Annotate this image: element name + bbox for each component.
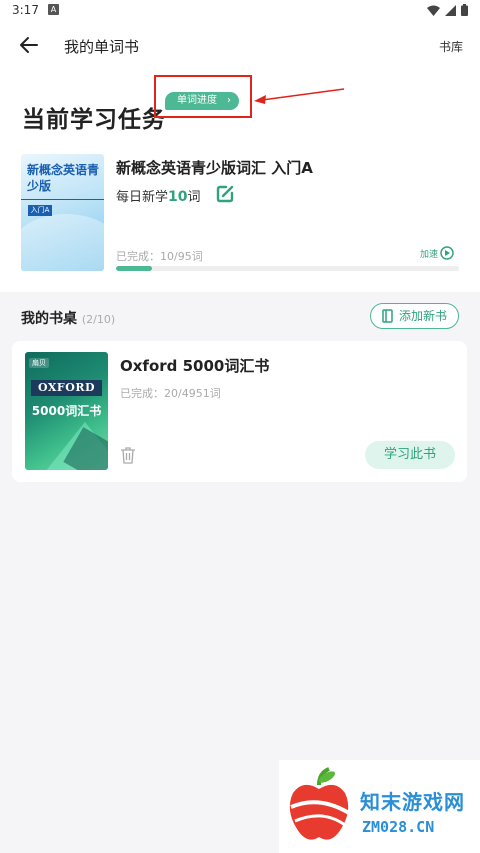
accelerate-button[interactable]: 加速 bbox=[420, 246, 454, 260]
daily-prefix: 每日新学 bbox=[116, 190, 169, 205]
current-task-heading: 当前学习任务 bbox=[22, 107, 166, 133]
battery-icon bbox=[461, 4, 468, 16]
nav-bar: 我的单词书 书库 bbox=[0, 22, 480, 68]
notification-icon: A bbox=[48, 4, 59, 15]
annotation-arrow-icon bbox=[254, 88, 345, 104]
current-book-cover[interactable]: 新概念英语青少版 入门A bbox=[21, 154, 104, 271]
trash-icon[interactable] bbox=[120, 446, 136, 464]
rocket-icon bbox=[440, 246, 454, 260]
current-completed: 已完成：10/95词 bbox=[116, 250, 203, 263]
library-link[interactable]: 书库 bbox=[439, 38, 463, 55]
desk-heading-label: 我的书桌 bbox=[21, 311, 77, 327]
current-progress-fill bbox=[116, 266, 152, 271]
status-icons bbox=[427, 4, 468, 16]
status-bar: 3:17 A bbox=[0, 0, 480, 22]
cover-wave bbox=[21, 214, 104, 271]
add-book-icon bbox=[382, 309, 393, 323]
cover-brand: OXFORD bbox=[31, 380, 102, 396]
oxford-book-cover[interactable]: 扇贝 OXFORD 5000词汇书 bbox=[25, 352, 108, 470]
cover-title: 新概念英语青少版 bbox=[27, 163, 100, 193]
daily-suffix: 词 bbox=[187, 190, 201, 205]
apple-logo-icon bbox=[289, 767, 351, 840]
edit-icon[interactable] bbox=[215, 184, 235, 204]
daily-count: 10 bbox=[168, 189, 188, 205]
page-title: 我的单词书 bbox=[64, 38, 140, 56]
cover-subtitle: 5000词汇书 bbox=[31, 404, 102, 418]
desk-count: (2/10) bbox=[81, 313, 116, 326]
study-book-button[interactable]: 学习此书 bbox=[365, 441, 455, 469]
current-progress-bar bbox=[116, 266, 459, 271]
add-book-button[interactable]: 添加新书 bbox=[370, 303, 459, 329]
daily-plan: 每日新学10词 bbox=[116, 186, 201, 205]
current-book-title: 新概念英语青少版词汇 入门A bbox=[116, 159, 313, 177]
cover-level-tag: 入门A bbox=[28, 205, 52, 216]
annotation-highlight-box bbox=[154, 75, 252, 118]
accelerate-label: 加速 bbox=[420, 249, 439, 260]
book-completed: 已完成：20/4951词 bbox=[120, 387, 221, 400]
watermark-text: 知末游戏网 bbox=[360, 790, 465, 814]
wifi-icon bbox=[427, 5, 440, 16]
desk-heading: 我的书桌 (2/10) bbox=[21, 308, 115, 328]
cover-publisher-tag: 扇贝 bbox=[29, 358, 49, 368]
watermark-url: ZM028.CN bbox=[362, 818, 435, 836]
book-title: Oxford 5000词汇书 bbox=[120, 357, 270, 375]
signal-icon bbox=[445, 4, 456, 16]
back-arrow-icon[interactable] bbox=[18, 34, 40, 56]
add-book-label: 添加新书 bbox=[399, 309, 448, 323]
cover-divider bbox=[21, 199, 104, 200]
status-time: 3:17 bbox=[12, 3, 39, 17]
